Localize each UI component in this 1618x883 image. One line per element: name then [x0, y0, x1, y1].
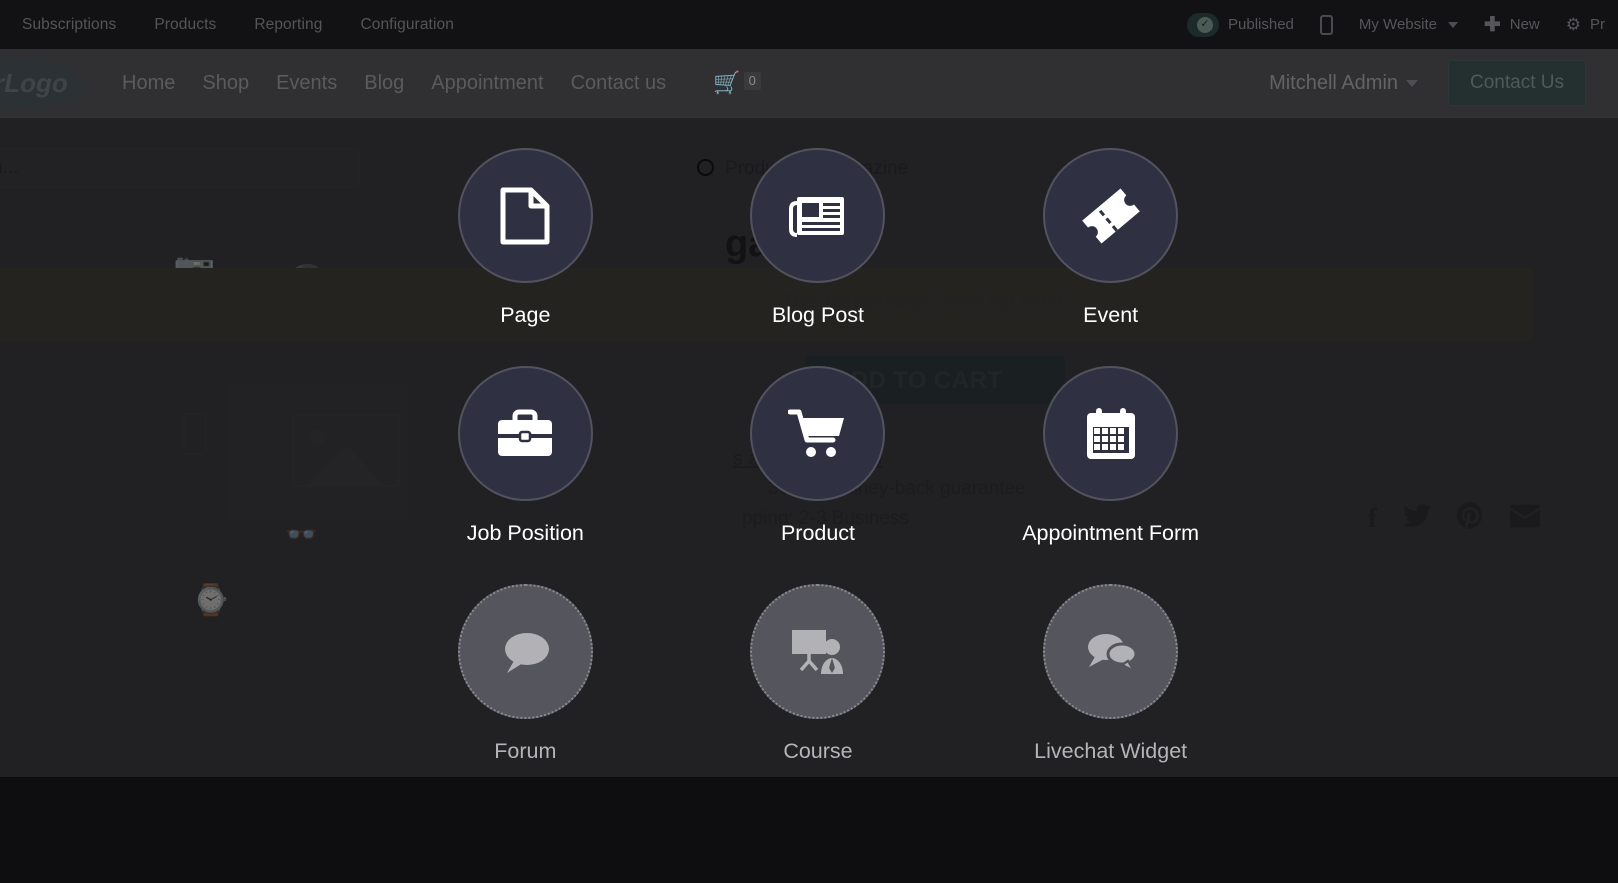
screen-root: Subscriptions Products Reporting Configu…	[0, 0, 1618, 883]
content-type-blog-post[interactable]: Blog Post	[672, 148, 965, 328]
calendar-icon	[1086, 407, 1135, 459]
appointment-form-circle[interactable]	[1043, 366, 1179, 501]
cart-count-badge: 0	[743, 72, 761, 91]
content-type-label: Forum	[494, 739, 557, 763]
ticket-icon	[1081, 187, 1140, 244]
nav-link-blog[interactable]: Blog	[364, 72, 404, 95]
course-circle	[750, 584, 886, 719]
check-circle-icon: ✓	[1197, 16, 1213, 33]
content-type-product[interactable]: Product	[672, 366, 965, 546]
backend-menu-item-reporting[interactable]: Reporting	[254, 16, 322, 34]
blog-post-circle[interactable]	[750, 148, 886, 283]
shopping-cart-icon: 🛒	[713, 70, 741, 95]
content-type-label: Event	[1083, 303, 1139, 327]
content-type-course[interactable]: Course	[672, 584, 965, 764]
site-nav-links: Home Shop Events Blog Appointment Contac…	[122, 72, 666, 95]
content-type-label: Product	[780, 521, 856, 545]
backend-top-bar: Subscriptions Products Reporting Configu…	[0, 0, 1618, 49]
site-logo[interactable]: urLogo	[0, 60, 83, 107]
content-type-forum[interactable]: Forum	[379, 584, 672, 764]
content-type-livechat-widget[interactable]: Livechat Widget	[964, 584, 1257, 764]
settings-button[interactable]: ⚙ Pr	[1553, 16, 1618, 33]
content-type-appointment-form[interactable]: Appointment Form	[964, 366, 1257, 546]
website-navbar-right: Mitchell Admin Contact Us	[1269, 60, 1618, 106]
page-footer	[0, 777, 1618, 883]
content-type-label: Livechat Widget	[1034, 739, 1188, 763]
website-selector-label: My Website	[1358, 16, 1437, 33]
content-type-grid: Page Blog Post Event Job Position Produc…	[379, 148, 1257, 764]
nav-link-contact-us[interactable]: Contact us	[571, 72, 667, 95]
nav-link-events[interactable]: Events	[276, 72, 337, 95]
backend-menu: Subscriptions Products Reporting Configu…	[22, 16, 454, 34]
website-navbar: urLogo Home Shop Events Blog Appointment…	[0, 49, 1618, 118]
publish-pill[interactable]: ✓	[1187, 12, 1219, 37]
page-circle[interactable]	[457, 148, 593, 283]
mobile-preview-button[interactable]	[1307, 14, 1346, 35]
new-button[interactable]: ✚ New	[1471, 15, 1553, 35]
backend-bar-right: ✓ Published My Website ✚ New ⚙ Pr	[1174, 12, 1618, 37]
new-button-label: New	[1509, 16, 1540, 33]
chat-bubbles-icon	[1087, 633, 1138, 674]
job-position-circle[interactable]	[457, 366, 593, 501]
briefcase-icon	[498, 409, 553, 456]
user-menu[interactable]: Mitchell Admin	[1269, 71, 1419, 95]
content-type-label: Course	[783, 739, 853, 763]
speech-bubble-icon	[505, 632, 550, 673]
gear-icon: ⚙	[1565, 15, 1581, 34]
backend-menu-item-products[interactable]: Products	[154, 16, 216, 34]
backend-menu-item-configuration[interactable]: Configuration	[360, 16, 454, 34]
user-menu-label: Mitchell Admin	[1269, 71, 1399, 94]
plus-icon: ✚	[1483, 13, 1501, 36]
mobile-phone-icon	[1319, 14, 1333, 35]
content-type-job-position[interactable]: Job Position	[379, 366, 672, 546]
product-circle[interactable]	[750, 366, 886, 501]
backend-menu-item-subscriptions[interactable]: Subscriptions	[22, 16, 116, 34]
nav-link-home[interactable]: Home	[122, 72, 175, 95]
newspaper-icon	[788, 196, 844, 237]
new-content-overlay[interactable]: Page Blog Post Event Job Position Produc…	[0, 118, 1618, 777]
promote-button-label[interactable]: Pr	[1590, 16, 1605, 33]
shopping-cart-icon	[787, 409, 844, 457]
nav-link-appointment[interactable]: Appointment	[431, 72, 543, 95]
livechat-widget-circle	[1043, 584, 1179, 719]
publish-toggle[interactable]: ✓ Published	[1174, 12, 1307, 37]
publish-label: Published	[1228, 16, 1294, 33]
content-type-label: Appointment Form	[1022, 521, 1200, 545]
website-selector[interactable]: My Website	[1346, 16, 1471, 33]
content-type-page[interactable]: Page	[379, 148, 672, 328]
content-type-label: Page	[500, 303, 551, 327]
cart-button[interactable]: 🛒 0	[713, 72, 761, 94]
event-circle[interactable]	[1043, 148, 1179, 283]
content-type-event[interactable]: Event	[964, 148, 1257, 328]
document-icon	[500, 187, 550, 244]
chevron-down-icon	[1447, 21, 1458, 28]
contact-us-button[interactable]: Contact Us	[1448, 60, 1586, 106]
nav-link-shop[interactable]: Shop	[202, 72, 249, 95]
presentation-icon	[791, 629, 843, 674]
content-type-label: Blog Post	[771, 303, 864, 327]
mouse-cursor-indicator	[697, 159, 714, 176]
chevron-down-icon	[1406, 79, 1419, 87]
forum-circle	[457, 584, 593, 719]
content-type-label: Job Position	[466, 521, 584, 545]
